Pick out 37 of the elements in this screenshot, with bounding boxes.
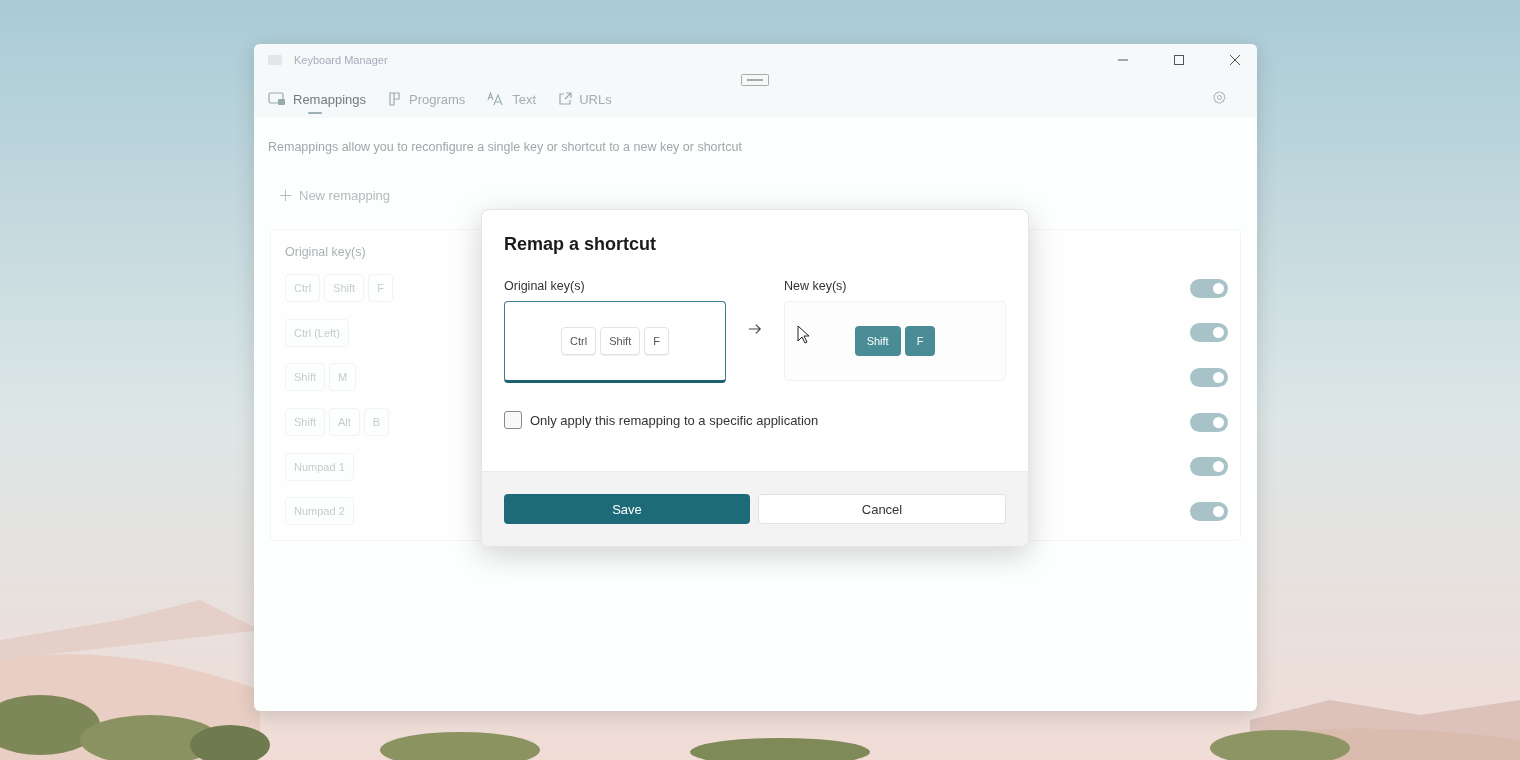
settings-icon[interactable] [1212,89,1227,105]
key-label: Shift [854,326,901,356]
column-header: Original key(s) [285,244,366,261]
dialog-title: Remap a shortcut [504,234,658,255]
description-text: Remappings allow you to reconfigure a single key or shortcut to a new key or shortcut [268,140,742,154]
toggle-switch[interactable] [1190,278,1228,298]
window-title: Keyboard Manager [294,54,388,66]
key-label: F [644,327,669,355]
plus-icon [280,190,291,201]
toggle-switch[interactable] [1190,501,1228,521]
key-label: Shift [600,327,641,355]
external-link-icon [558,92,573,106]
maximize-icon [1174,55,1184,65]
checkbox-label: Only apply this remapping to a specific application [530,412,819,428]
field-label: New key(s) [784,279,848,293]
keyboard-icon [741,74,769,86]
field-label: Original key(s) [504,279,586,293]
close-icon [1230,55,1240,65]
program-icon [388,92,402,106]
new-keys-field[interactable]: Shift F [784,301,1006,381]
toggle-switch[interactable] [1190,412,1228,432]
arrow-icon [748,323,762,335]
tab[interactable]: Programs [388,84,466,114]
toggle-switch[interactable] [1190,457,1228,477]
key-label: F [904,326,936,356]
key-label: Ctrl [561,327,597,355]
toggle-switch[interactable] [1190,368,1228,387]
original-keys-field[interactable]: Ctrl Shift F [504,301,726,383]
tab[interactable]: URLs [558,84,612,114]
cursor-icon [797,325,810,345]
save-button[interactable]: Save [504,494,750,524]
tab[interactable]: Text [487,84,537,114]
toggle-switch[interactable] [1190,323,1228,343]
cancel-button[interactable]: Cancel [758,494,1006,524]
checkbox[interactable] [504,411,522,429]
keyboard-icon [268,92,286,106]
tab[interactable]: Remappings [268,84,366,114]
